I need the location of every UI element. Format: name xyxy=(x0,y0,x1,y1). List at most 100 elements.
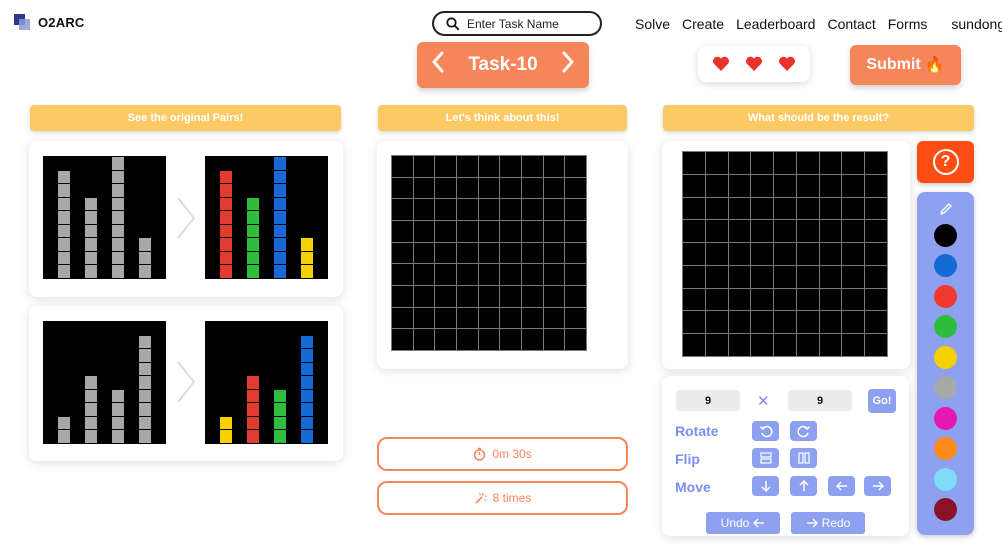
grid-cell xyxy=(111,224,125,238)
color-swatch[interactable] xyxy=(934,223,957,247)
grid-cell xyxy=(138,430,152,443)
search-input[interactable] xyxy=(467,16,587,31)
flip-horizontal-button[interactable] xyxy=(752,448,779,468)
nav-contact[interactable]: Contact xyxy=(827,16,875,32)
grid-cell xyxy=(500,242,521,264)
color-swatch[interactable] xyxy=(934,376,957,399)
nav-solve[interactable]: Solve xyxy=(635,16,670,32)
move-left-button[interactable] xyxy=(828,476,855,496)
grid-cell xyxy=(392,264,413,285)
grid-cell xyxy=(206,170,219,184)
grid-cell xyxy=(543,307,565,329)
grid-cell xyxy=(111,362,125,376)
grid-cell xyxy=(111,403,125,416)
grid-cell xyxy=(819,334,842,356)
color-swatch[interactable] xyxy=(934,315,957,338)
grid-cell xyxy=(138,251,152,265)
grid-cell xyxy=(138,170,152,184)
grid-cell xyxy=(842,243,865,265)
grid-cell xyxy=(273,184,287,197)
grid-cell xyxy=(314,416,327,430)
submit-button[interactable]: Submit 🔥 xyxy=(850,45,961,85)
grid-cell xyxy=(796,174,819,197)
grid-cell xyxy=(219,251,233,265)
color-swatch[interactable] xyxy=(934,406,957,430)
rotate-right-button[interactable] xyxy=(790,421,817,441)
grid-cell xyxy=(683,334,705,356)
move-down-button[interactable] xyxy=(752,476,779,496)
prev-task-button[interactable] xyxy=(431,51,445,79)
user-name[interactable]: sundong xyxy=(951,16,1002,32)
grid-cell xyxy=(273,376,287,389)
flip-vertical-button[interactable] xyxy=(790,448,817,468)
grid-cell xyxy=(314,197,327,211)
logo-icon xyxy=(14,14,30,30)
grid-cell xyxy=(314,349,327,362)
arrow-down-icon xyxy=(760,481,771,492)
grid-cell xyxy=(111,322,125,335)
grid-cell xyxy=(233,211,246,224)
grid-cell xyxy=(98,170,111,184)
grid-cell xyxy=(413,329,435,350)
grid-cell xyxy=(57,184,71,197)
grid-height-input[interactable] xyxy=(788,390,852,411)
redo-button[interactable]: Redo xyxy=(791,512,865,534)
grid-cell xyxy=(233,416,246,430)
grid-cell xyxy=(287,211,300,224)
search-icon xyxy=(446,16,460,31)
grid-cell xyxy=(300,251,314,265)
grid-cell xyxy=(500,285,521,307)
color-swatch[interactable] xyxy=(934,284,957,308)
grid-cell xyxy=(219,184,233,197)
color-swatch[interactable] xyxy=(934,254,957,277)
grid-cell xyxy=(71,362,84,376)
answer-grid[interactable] xyxy=(682,151,888,357)
grid-cell xyxy=(260,197,273,211)
grid-cell xyxy=(246,403,260,416)
pencil-icon[interactable] xyxy=(939,202,953,216)
grid-width-input[interactable] xyxy=(676,390,740,411)
grid-cell xyxy=(57,322,71,335)
nav-leaderboard[interactable]: Leaderboard xyxy=(736,16,815,32)
grid-cell xyxy=(98,265,111,278)
grid-cell xyxy=(842,288,865,311)
grid-cell xyxy=(138,157,152,170)
grid-cell xyxy=(300,265,314,278)
grid-cell xyxy=(521,285,543,307)
move-right-button[interactable] xyxy=(864,476,891,496)
nav-create[interactable]: Create xyxy=(682,16,724,32)
question-icon: ? xyxy=(932,149,959,175)
color-swatch[interactable] xyxy=(934,345,957,369)
grid-cell xyxy=(435,199,456,220)
grid-cell xyxy=(98,389,111,403)
timer-display: 0m 30s xyxy=(377,437,628,471)
color-swatch[interactable] xyxy=(934,498,957,521)
grid-cell xyxy=(478,177,500,199)
grid-cell xyxy=(314,157,327,170)
color-swatch[interactable] xyxy=(934,467,957,491)
grid-cell xyxy=(273,224,287,238)
rotate-left-button[interactable] xyxy=(752,421,779,441)
grid-cell xyxy=(206,251,219,265)
color-swatch[interactable] xyxy=(934,437,957,460)
grid-cell xyxy=(260,362,273,376)
grid-cell xyxy=(287,224,300,238)
next-task-button[interactable] xyxy=(561,51,575,79)
grid-cell xyxy=(219,170,233,184)
resize-go-button[interactable]: Go! xyxy=(868,389,896,413)
grid-cell xyxy=(98,322,111,335)
move-up-button[interactable] xyxy=(790,476,817,496)
logo-text: O2ARC xyxy=(38,14,85,30)
arrow-up-icon xyxy=(798,480,809,491)
grid-cell xyxy=(84,349,98,362)
grid-cell xyxy=(233,197,246,211)
pair-2-output-grid xyxy=(205,321,328,444)
fire-icon: 🔥 xyxy=(924,57,945,74)
task-search[interactable] xyxy=(432,11,602,36)
nav-forms[interactable]: Forms xyxy=(888,16,928,32)
app-logo[interactable]: O2ARC xyxy=(14,14,85,30)
grid-cell xyxy=(300,376,314,389)
grid-cell xyxy=(543,285,565,307)
help-button[interactable]: ? xyxy=(917,141,974,183)
undo-button[interactable]: Undo xyxy=(706,512,780,534)
